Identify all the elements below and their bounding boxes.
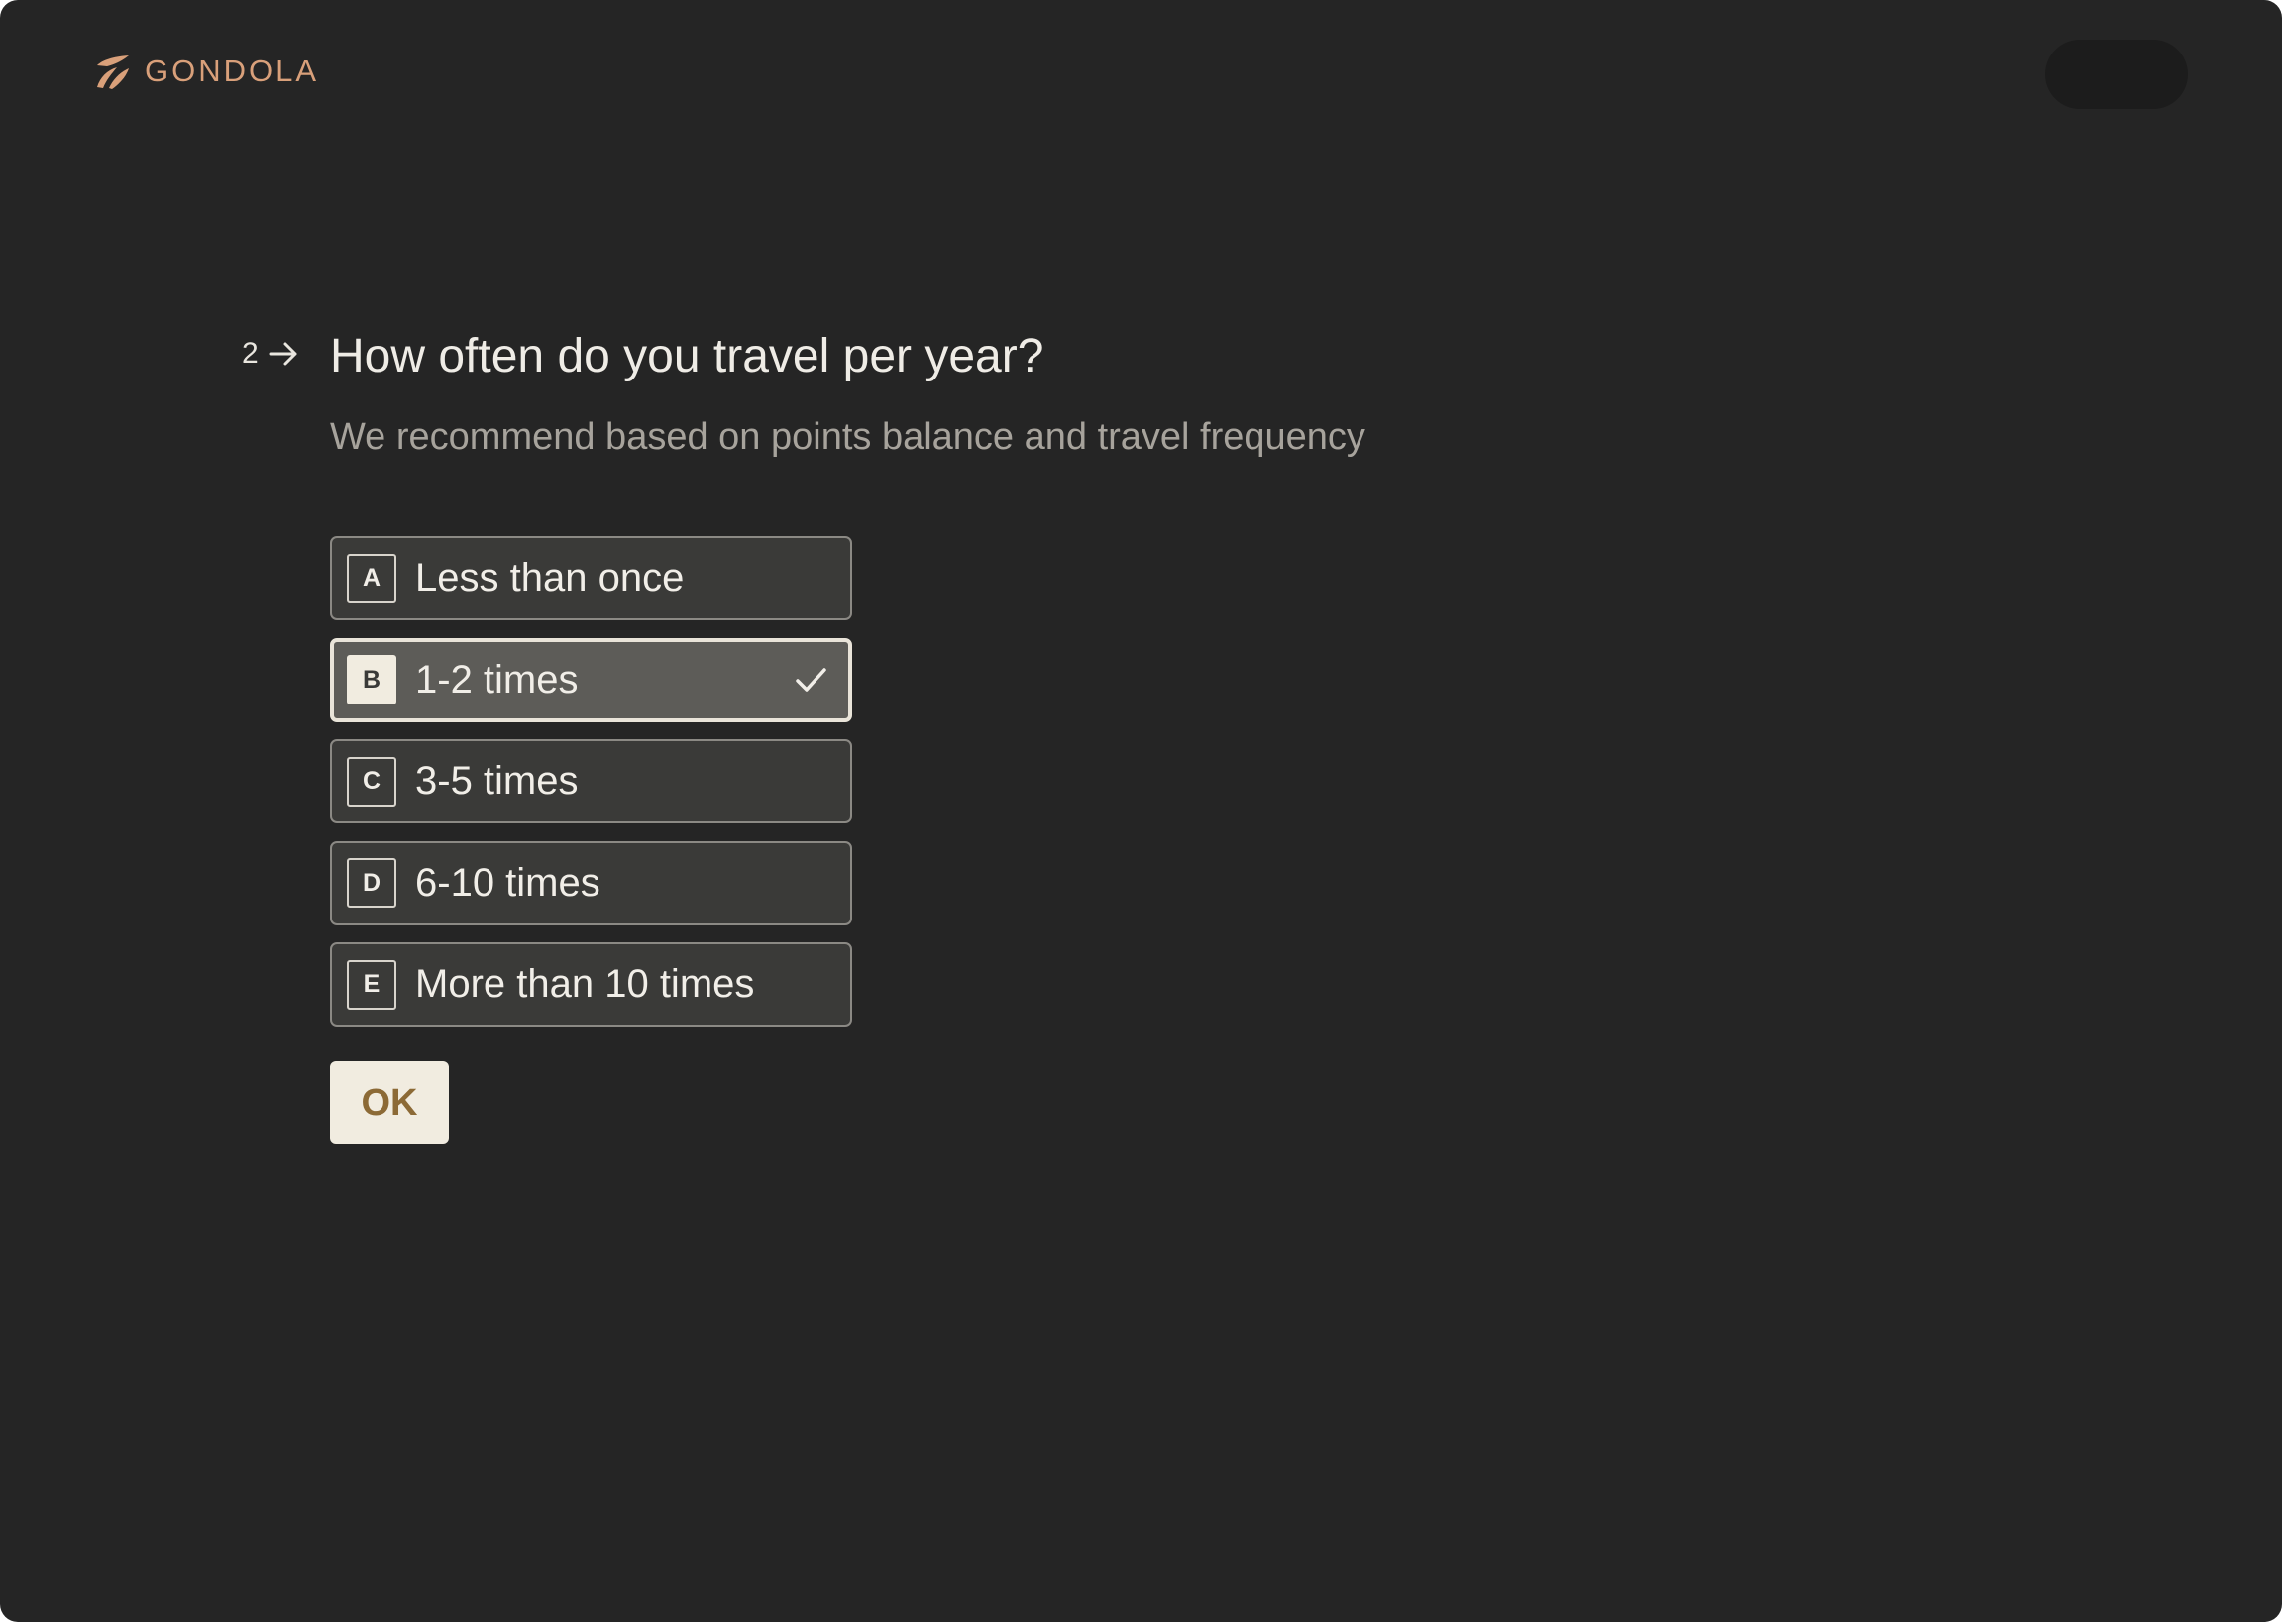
option-key: A bbox=[347, 553, 396, 603]
question-title: How often do you travel per year? bbox=[330, 330, 1044, 382]
option-a[interactable]: A Less than once bbox=[330, 536, 852, 620]
top-right-pill-button[interactable] bbox=[2045, 40, 2188, 109]
option-label: 1-2 times bbox=[415, 657, 579, 702]
question-number-label: 2 bbox=[242, 337, 259, 370]
option-b[interactable]: B 1-2 times bbox=[330, 637, 852, 722]
option-label: More than 10 times bbox=[415, 962, 755, 1006]
arrow-right-icon bbox=[269, 342, 297, 366]
option-key: B bbox=[347, 655, 396, 704]
option-label: 3-5 times bbox=[415, 759, 579, 803]
option-c[interactable]: C 3-5 times bbox=[330, 739, 852, 823]
option-e[interactable]: E More than 10 times bbox=[330, 942, 852, 1027]
checkmark-icon bbox=[796, 668, 826, 692]
options-list: A Less than once B 1-2 times C 3-5 times… bbox=[330, 536, 852, 1044]
question-number: 2 bbox=[242, 337, 300, 371]
option-key: E bbox=[347, 959, 396, 1010]
option-label: 6-10 times bbox=[415, 860, 600, 905]
app-window: GONDOLA 2 How often do you travel per ye… bbox=[0, 0, 2282, 1622]
brand-name: GONDOLA bbox=[145, 54, 320, 88]
gondola-logo-icon bbox=[97, 55, 129, 89]
option-label: Less than once bbox=[415, 556, 685, 599]
option-key: D bbox=[347, 858, 396, 908]
option-key: C bbox=[347, 756, 396, 807]
brand[interactable]: GONDOLA bbox=[93, 52, 319, 91]
option-d[interactable]: D 6-10 times bbox=[330, 840, 852, 925]
ok-button[interactable]: OK bbox=[330, 1061, 449, 1144]
question-subtitle: We recommend based on points balance and… bbox=[330, 416, 1365, 458]
